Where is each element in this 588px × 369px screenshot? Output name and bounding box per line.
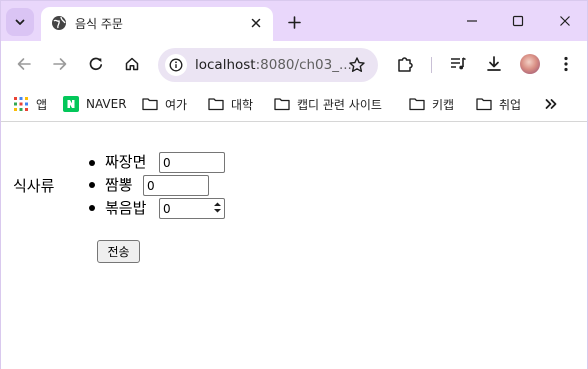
extensions-button[interactable] [393, 52, 417, 76]
arrow-right-icon [53, 58, 67, 70]
url-host: localhost [195, 57, 256, 73]
globe-icon [52, 16, 66, 30]
apps-grid-icon [13, 96, 29, 112]
toolbar-separator [431, 57, 432, 73]
bookmark-folder-university[interactable]: 대학 [208, 94, 253, 114]
item-label-jjajangmyeon: 짜장면 [105, 153, 147, 171]
active-tab[interactable]: 음식 주문 [41, 7, 273, 41]
back-button[interactable] [12, 52, 36, 76]
browser-toolbar: localhost:8080/ch03_... [1, 41, 587, 87]
minimize-icon [467, 20, 477, 22]
close-icon [560, 16, 570, 26]
media-control-button[interactable] [446, 52, 470, 76]
maximize-icon [512, 15, 524, 27]
folder-icon [409, 96, 425, 112]
naver-logo-icon [63, 96, 79, 112]
url-path: :8080/ch03_... [255, 57, 352, 73]
site-info-button[interactable] [165, 54, 187, 76]
tab-search-button[interactable] [6, 8, 34, 36]
new-tab-button[interactable] [283, 11, 305, 33]
spinner-arrows-icon[interactable] [213, 201, 222, 214]
page-content: 식사류 짜장면 짬뽕 볶음밥 전송 [1, 123, 587, 369]
download-icon [487, 56, 501, 71]
list-bullet [89, 182, 95, 188]
bookmark-label: 캡디 관련 사이트 [297, 97, 382, 112]
bookmark-folder-capstone[interactable]: 캡디 관련 사이트 [274, 94, 382, 114]
bookmark-apps[interactable]: 앱 [13, 94, 47, 114]
close-icon [251, 18, 261, 28]
plus-icon [287, 15, 301, 29]
bookmark-label: 취업 [499, 97, 522, 112]
tab-close-button[interactable] [247, 14, 265, 32]
submit-button[interactable]: 전송 [97, 240, 140, 263]
downloads-button[interactable] [482, 52, 506, 76]
folder-icon [274, 96, 290, 112]
double-chevron-right-icon [545, 99, 557, 109]
bookmarks-overflow-button[interactable] [542, 95, 560, 113]
profile-avatar[interactable] [520, 54, 540, 74]
chevron-down-icon [15, 19, 25, 25]
category-label: 식사류 [13, 177, 55, 195]
reload-icon [89, 57, 103, 71]
bookmark-label: 여가 [165, 97, 188, 112]
minimize-button[interactable] [460, 9, 484, 33]
queue-music-icon [451, 57, 466, 70]
url-text: localhost:8080/ch03_... [195, 57, 352, 73]
quantity-input-jjamppong[interactable] [143, 175, 209, 196]
puzzle-piece-icon [398, 57, 413, 72]
list-bullet [89, 205, 95, 211]
quantity-input-jjajangmyeon[interactable] [159, 152, 225, 173]
quantity-stepper-fried-rice[interactable] [159, 198, 225, 219]
info-icon [169, 58, 183, 72]
list-bullet [89, 160, 95, 166]
tab-strip: 음식 주문 [1, 1, 587, 41]
bookmark-naver[interactable]: NAVER [63, 94, 127, 114]
browser-menu-button[interactable] [554, 52, 578, 76]
bookmark-label: 대학 [231, 97, 254, 112]
item-label-jjamppong: 짬뽕 [105, 176, 133, 194]
folder-icon [142, 96, 158, 112]
folder-icon [476, 96, 492, 112]
tab-title: 음식 주문 [75, 17, 123, 31]
forward-button[interactable] [48, 52, 72, 76]
item-label-fried-rice: 볶음밥 [105, 199, 147, 217]
bookmark-folder-jobs[interactable]: 취업 [476, 94, 521, 114]
arrow-left-icon [17, 58, 31, 70]
maximize-button[interactable] [506, 9, 530, 33]
address-bar[interactable]: localhost:8080/ch03_... [158, 48, 378, 82]
bookmark-folder-leisure[interactable]: 여가 [142, 94, 187, 114]
bookmark-label: 키캡 [432, 97, 455, 112]
bookmarks-bar: 앱 NAVER 여가 대학 캡디 관련 사이트 키캡 취업 [1, 87, 587, 122]
home-icon [125, 57, 139, 71]
reload-button[interactable] [84, 52, 108, 76]
bookmark-label: NAVER [86, 97, 127, 111]
browser-window: 음식 주문 localhost:8080/ch03_... 앱 NAVER 여가… [0, 0, 588, 369]
window-close-button[interactable] [553, 9, 577, 33]
bookmark-star-icon[interactable] [348, 56, 366, 74]
folder-icon [208, 96, 224, 112]
more-vertical-icon [564, 56, 568, 72]
bookmark-label: 앱 [36, 97, 48, 112]
bookmark-folder-keycap[interactable]: 키캡 [409, 94, 454, 114]
home-button[interactable] [120, 52, 144, 76]
